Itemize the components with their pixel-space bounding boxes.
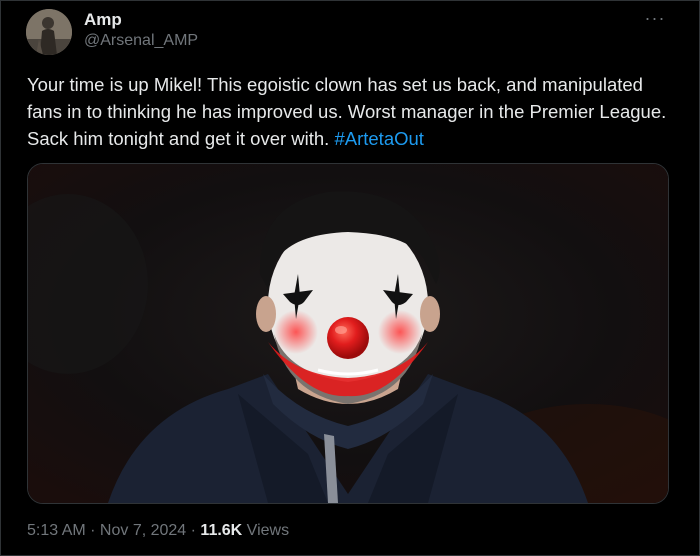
tweet-meta: 5:13 AM · Nov 7, 2024 · 11.6K Views <box>27 522 289 540</box>
clown-makeup-photo <box>28 164 668 503</box>
meta-separator: · <box>85 522 100 539</box>
author-handle[interactable]: @Arsenal_AMP <box>84 32 198 50</box>
meta-separator: · <box>186 522 201 539</box>
tweet-date[interactable]: Nov 7, 2024 <box>100 522 186 539</box>
author-name[interactable]: Amp <box>84 10 122 30</box>
tweet-text: Your time is up Mikel! This egoistic clo… <box>27 71 677 152</box>
tweet-media[interactable] <box>27 163 669 504</box>
hashtag-link[interactable]: #ArtetaOut <box>334 128 423 149</box>
author-avatar[interactable] <box>26 9 72 55</box>
views-label: Views <box>242 522 290 539</box>
more-options-icon[interactable]: ··· <box>642 5 668 31</box>
tweet-card: Amp @Arsenal_AMP ··· Your time is up Mik… <box>0 0 700 556</box>
tweet-time[interactable]: 5:13 AM <box>27 522 86 539</box>
avatar-image <box>26 9 72 55</box>
views-count: 11.6K <box>200 522 243 539</box>
